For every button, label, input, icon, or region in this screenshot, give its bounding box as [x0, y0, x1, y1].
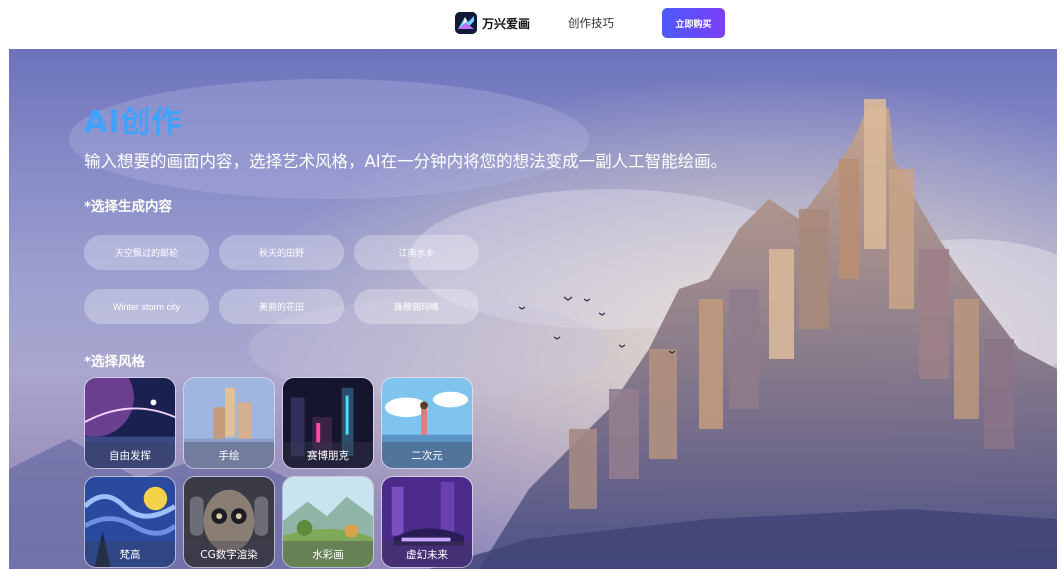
nav-link-tips[interactable]: 创作技巧 [568, 15, 614, 31]
content-chip[interactable]: 江南水乡 [354, 235, 479, 270]
page-title: AI创作 [84, 105, 183, 140]
style-card-label: 二次元 [382, 442, 472, 468]
page-subtitle: 输入想要的画面内容，选择艺术风格，AI在一分钟内将您的想法变成一副人工智能绘画。 [84, 152, 728, 171]
style-section-label: *选择风格 [84, 354, 146, 370]
content-chip[interactable]: Winter storm city [84, 289, 209, 324]
content-chip[interactable]: 美丽的花田 [219, 289, 344, 324]
style-card-label: 水彩画 [283, 541, 373, 567]
buy-now-button[interactable]: 立即购买 [662, 8, 725, 38]
style-card-label: 梵高 [85, 541, 175, 567]
style-card-label: 虚幻未来 [382, 541, 472, 567]
style-card-free[interactable]: 自由发挥 [84, 377, 176, 469]
content-chip[interactable]: 秋天的田野 [219, 235, 344, 270]
style-card-van-gogh[interactable]: 梵高 [84, 476, 176, 568]
style-card-label: 赛博朋克 [283, 442, 373, 468]
content-chip[interactable]: 珠穆朗玛峰 [354, 289, 479, 324]
style-card-anime[interactable]: 二次元 [381, 377, 473, 469]
style-card-label: CG数字渲染 [184, 541, 274, 567]
content-chip[interactable]: 天空飘过的邮轮 [84, 235, 209, 270]
style-card-cyberpunk[interactable]: 赛博朋克 [282, 377, 374, 469]
style-card-label: 自由发挥 [85, 442, 175, 468]
brand-logo-icon [455, 12, 477, 34]
brand[interactable]: 万兴爱画 [455, 11, 530, 35]
style-card-cg-render[interactable]: CG数字渲染 [183, 476, 275, 568]
content-section-label: *选择生成内容 [84, 199, 173, 215]
top-nav: 万兴爱画 创作技巧 立即购买 [0, 0, 1061, 48]
style-card-watercolor[interactable]: 水彩画 [282, 476, 374, 568]
style-card-label: 手绘 [184, 442, 274, 468]
brand-name: 万兴爱画 [482, 16, 531, 31]
hero-section: AI创作 输入想要的画面内容，选择艺术风格，AI在一分钟内将您的想法变成一副人工… [9, 49, 1057, 569]
style-card-unreal-future[interactable]: 虚幻未来 [381, 476, 473, 568]
style-card-hand-drawn[interactable]: 手绘 [183, 377, 275, 469]
